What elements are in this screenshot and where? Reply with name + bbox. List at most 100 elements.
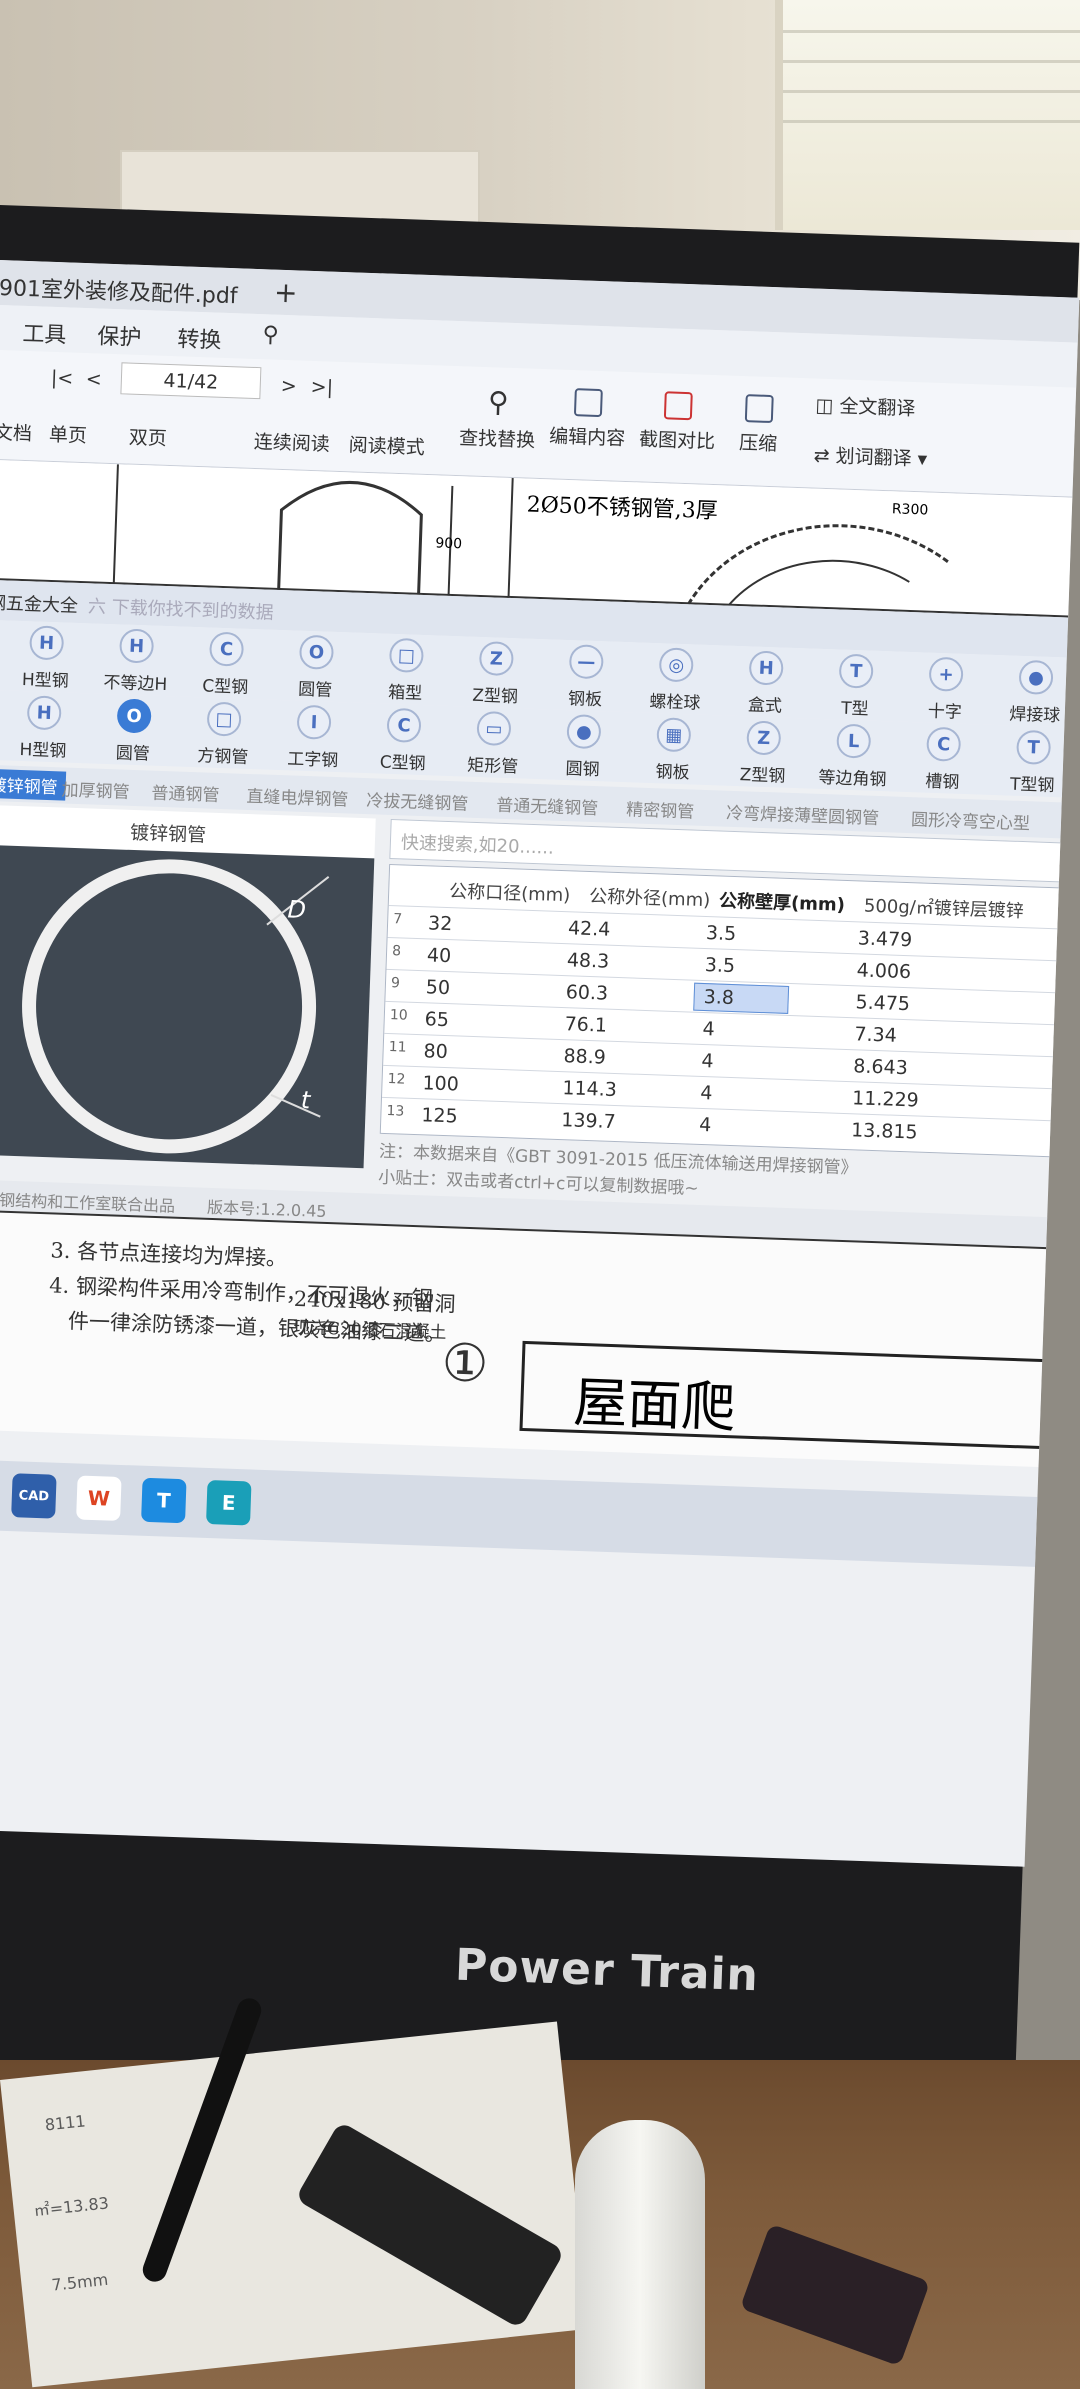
category-row1-item[interactable]: □ 箱型: [365, 633, 447, 706]
category-row2-item[interactable]: T T型钢: [992, 725, 1074, 798]
category-row2-item[interactable]: ▭ 矩形管: [452, 706, 534, 779]
category-row2-item[interactable]: ▦ 钢板: [632, 712, 714, 785]
category-row1-label: 焊接球: [1008, 704, 1061, 727]
compress-icon: [744, 394, 774, 424]
find-replace-label: 查找替换: [458, 427, 536, 452]
paper-notes: 8111 ㎡=13.83 7.5mm: [0, 2021, 590, 2388]
shape-icon: □: [388, 637, 425, 674]
menu-protect[interactable]: 保护: [97, 318, 142, 352]
read-mode-button[interactable]: 阅读模式: [348, 430, 425, 460]
document-tab-title[interactable]: 901室外装修及配件.pdf: [0, 270, 238, 310]
magnifier-icon: ⚲: [487, 385, 510, 419]
tab-4[interactable]: 冷拔无缝钢管: [366, 786, 469, 815]
header-outer-diameter: 公称外径(mm): [588, 885, 711, 912]
row-number: 11: [388, 1039, 407, 1056]
wall-thickness-cell: 3.5: [704, 954, 736, 978]
taskbar-t-icon[interactable]: T: [141, 1477, 187, 1524]
category-row1-item[interactable]: O 圆管: [275, 630, 357, 703]
tab-5[interactable]: 普通无缝钢管: [496, 791, 599, 820]
screenshot-compare-button[interactable]: 截图对比: [639, 390, 717, 454]
word-translate-button[interactable]: ⇄ 划词翻译 ▾: [813, 441, 927, 472]
taskbar-wps-icon[interactable]: W: [76, 1475, 122, 1521]
nominal-bore-cell: 50: [425, 976, 451, 1000]
outer-diameter-cell: 42.4: [567, 917, 611, 941]
first-page-icon[interactable]: |<: [51, 367, 74, 390]
row-number: 13: [386, 1103, 405, 1120]
monitor-screen: 901室外装修及配件.pdf + 工具 保护 转换 ⚲ |< < 41/42 >…: [0, 260, 1080, 1867]
tab-6[interactable]: 精密钢管: [626, 795, 695, 822]
zinc-weight-cell: 8.643: [852, 1055, 909, 1080]
pipe-diagram: D t: [0, 844, 375, 1169]
wall-thickness-cell: 4: [702, 1017, 716, 1041]
page-number-input[interactable]: 41/42: [120, 362, 262, 400]
double-page-button[interactable]: 双页: [128, 423, 167, 451]
tab-0[interactable]: 镀锌钢管: [0, 768, 67, 801]
tab-2[interactable]: 普通钢管: [151, 779, 220, 806]
category-row2-label: C型钢: [379, 752, 426, 775]
find-replace-button[interactable]: ⚲ 查找替换: [459, 384, 537, 453]
tab-1[interactable]: 加厚钢管: [61, 775, 130, 802]
new-tab-button[interactable]: +: [273, 276, 298, 310]
detail-number: ①: [440, 1333, 490, 1395]
drawing-title-box: 屋面爬: [519, 1340, 1063, 1450]
category-row1-item[interactable]: H 盒式: [725, 646, 807, 719]
header-nominal-bore: 公称口径(mm): [448, 881, 571, 907]
shape-icon: I: [296, 704, 332, 740]
category-row2-item[interactable]: C C型钢: [362, 703, 444, 776]
edit-icon: [573, 388, 603, 418]
category-row1-item[interactable]: ◎ 螺栓球: [635, 642, 717, 715]
category-row1-item[interactable]: ● 焊接球: [994, 655, 1076, 728]
zinc-weight-cell: 5.475: [855, 991, 911, 1016]
category-row2-item[interactable]: L 等边角钢: [812, 719, 894, 792]
row-number: 10: [389, 1007, 408, 1024]
category-row1-item[interactable]: + 十字: [904, 652, 986, 725]
category-row2-item[interactable]: I 工字钢: [272, 700, 354, 773]
category-row2-item[interactable]: ● 圆钢: [542, 709, 624, 782]
menu-tools[interactable]: 工具: [22, 316, 67, 350]
prev-page-icon[interactable]: <: [86, 368, 103, 391]
continuous-read-button[interactable]: 连续阅读: [253, 427, 330, 457]
drawing-title: 屋面爬: [572, 1370, 737, 1440]
nominal-bore-cell: 65: [424, 1008, 450, 1032]
nominal-bore-cell: 40: [426, 944, 452, 968]
tab-3[interactable]: 直缝电焊钢管: [246, 782, 349, 811]
wall-thickness-cell: 4: [698, 1113, 712, 1137]
search-icon[interactable]: ⚲: [262, 322, 279, 348]
menu-convert[interactable]: 转换: [177, 321, 222, 355]
category-row2-item[interactable]: H H型钢: [3, 690, 85, 763]
category-row1-item[interactable]: H 不等边H型: [95, 624, 177, 719]
category-row1-item[interactable]: H H型钢: [5, 620, 87, 693]
category-row2-item[interactable]: □ 方钢管: [182, 697, 264, 770]
taskbar-steel-app-icon[interactable]: E: [206, 1479, 252, 1526]
tab-8[interactable]: 圆形冷弯空心型: [911, 805, 1031, 834]
category-row1-label: T型: [840, 698, 869, 720]
outer-diameter-cell: 76.1: [564, 1013, 608, 1037]
category-row1-label: Z型钢: [471, 685, 519, 708]
nominal-bore-cell: 80: [423, 1040, 449, 1064]
taskbar-cad-icon[interactable]: CAD: [11, 1473, 57, 1519]
shape-icon: ◎: [658, 647, 694, 683]
category-row2-item[interactable]: O 圆管: [92, 694, 174, 767]
document-label[interactable]: 文档: [0, 418, 32, 446]
category-row2-item[interactable]: Z Z型钢: [722, 716, 804, 789]
category-row1-item[interactable]: Z Z型钢: [455, 636, 537, 709]
category-row1-item[interactable]: — 钢板: [545, 639, 627, 712]
category-row2-label: T型钢: [1009, 774, 1055, 797]
category-row1-label: H型钢: [21, 670, 70, 692]
category-row1-item[interactable]: T T型: [814, 649, 896, 722]
edit-content-button[interactable]: 编辑内容: [549, 387, 627, 451]
last-page-icon[interactable]: >|: [310, 376, 333, 399]
next-page-icon[interactable]: >: [280, 375, 297, 398]
category-row2-label: 槽钢: [925, 771, 960, 793]
compress-button[interactable]: 压缩: [739, 394, 779, 456]
full-translate-button[interactable]: ◫ 全文翻译: [815, 391, 916, 421]
single-page-button[interactable]: 单页: [49, 420, 88, 448]
category-row1-item[interactable]: C C型钢: [185, 627, 267, 700]
tab-7[interactable]: 冷弯焊接薄壁圆钢管: [726, 799, 880, 829]
category-row2-item[interactable]: C 槽钢: [902, 722, 984, 795]
full-translate-label: 全文翻译: [839, 395, 916, 421]
outer-diameter-cell: 114.3: [562, 1077, 618, 1102]
category-row2-label: 矩形管: [466, 755, 519, 778]
category-row2-label: 钢板: [655, 762, 690, 784]
category-row2-label: 圆管: [115, 743, 151, 765]
